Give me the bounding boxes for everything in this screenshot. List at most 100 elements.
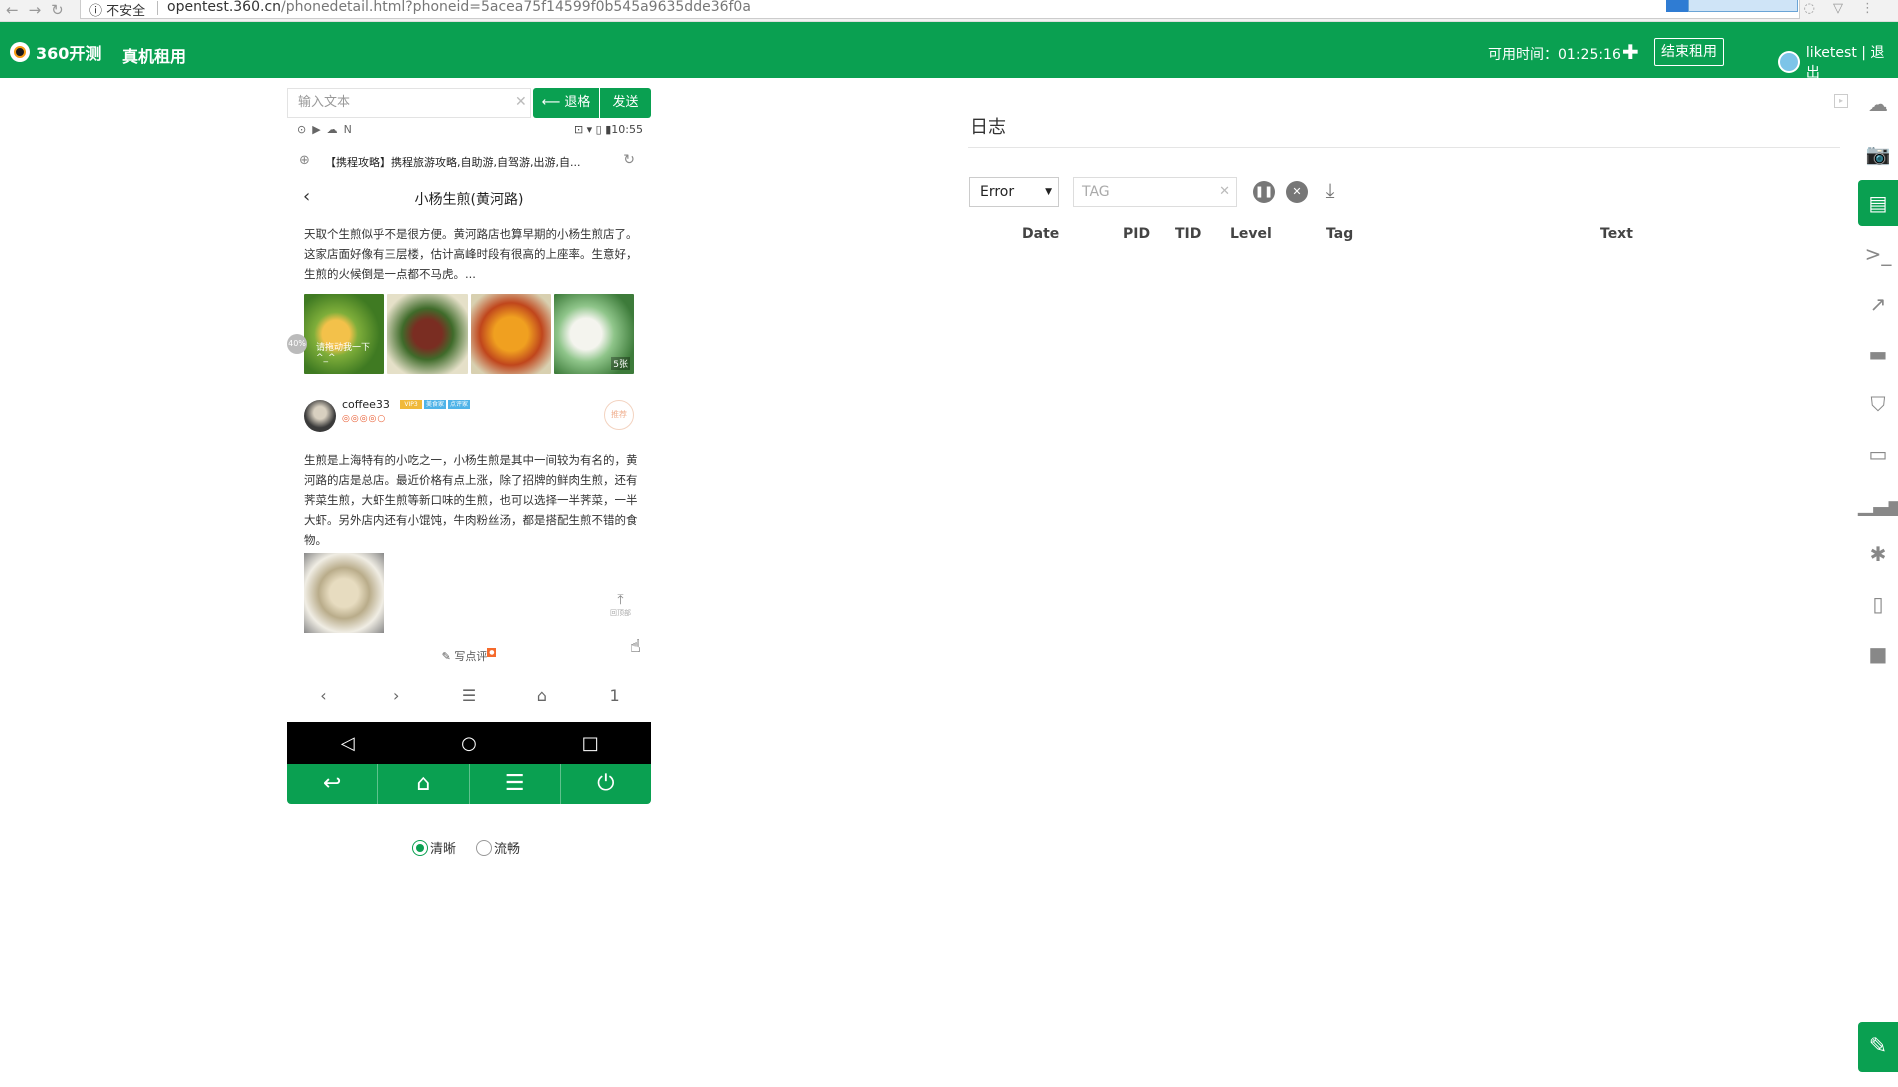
log-document-icon[interactable]: ▤ <box>1858 180 1898 226</box>
terminal-icon[interactable]: >_ <box>1858 234 1898 274</box>
back-to-top-label: 回顶部 <box>610 609 631 617</box>
radio-checked-icon <box>412 839 428 856</box>
reload-icon[interactable]: ↻ <box>623 152 635 168</box>
back-to-top-button[interactable]: ⤒ 回顶部 <box>610 592 631 618</box>
user-menu[interactable]: liketest | 退出 <box>1778 42 1898 82</box>
col-tid: TID <box>1175 226 1202 242</box>
phone-screen[interactable]: ⊙▶☁N ⊡ ▾ ▯ ▮10:55 ⊕ 【携程攻略】携程旅游攻略,自助游,自驾游… <box>287 120 651 722</box>
android-nav-bar: ◁ ○ □ <box>287 722 651 764</box>
tag-filter-input[interactable]: TAG ✕ <box>1073 177 1237 207</box>
device-menu-button[interactable]: ☰ <box>469 764 561 804</box>
quality-smooth-label: 流畅 <box>494 842 521 857</box>
logo-icon <box>10 42 30 62</box>
feedback-edit-icon[interactable]: ✎ <box>1858 1022 1898 1072</box>
performance-chart-icon[interactable]: ↗ <box>1858 284 1898 324</box>
caret-down-icon: ▼ <box>1045 187 1052 197</box>
extension-upload-button[interactable] <box>1688 0 1798 12</box>
url-host: opentest.360.cn <box>167 0 282 15</box>
send-button[interactable]: 发送 <box>600 88 651 118</box>
screenshot-icon[interactable]: 📷 <box>1858 134 1898 174</box>
phone-text-input-row: 输入文本 ✕ ⟵ 退格 发送 <box>287 88 651 118</box>
extension-icon[interactable] <box>1666 0 1688 12</box>
photo-caption: 请拖动我一下^_^ <box>316 343 371 363</box>
device-control-bar: ↩ ⌂ ☰ ⏻ <box>287 764 651 804</box>
quality-smooth-radio[interactable]: 流畅 <box>476 838 520 857</box>
log-divider <box>968 147 1840 148</box>
user-name-logout[interactable]: liketest | 退出 <box>1806 42 1898 82</box>
quality-clear-radio[interactable]: 清晰 <box>412 838 456 857</box>
address-bar[interactable]: ⓘ 不安全 opentest.360.cn/phonedetail.html?p… <box>80 0 1800 19</box>
html5-icon[interactable]: ⛉ <box>1858 384 1898 424</box>
browser-nav-buttons[interactable]: ←→↻ <box>6 1 74 19</box>
photo-1[interactable]: 请拖动我一下^_^ <box>304 294 385 374</box>
android-back-icon[interactable]: ◁ <box>308 733 388 754</box>
brand-logo[interactable]: 360开测 <box>10 40 101 64</box>
browser-menu-icons[interactable]: ◌▽⋮ <box>1804 1 1892 16</box>
write-review-label: 写点评 <box>454 650 488 663</box>
bug-icon[interactable]: ✱ <box>1858 534 1898 574</box>
url-text[interactable]: opentest.360.cn/phonedetail.html?phoneid… <box>167 0 751 15</box>
quality-clear-label: 清晰 <box>430 842 457 857</box>
phone-browser-nav: ‹ › ☰ ⌂ 1 <box>287 686 651 716</box>
browser-tabs-icon[interactable]: 1 <box>595 686 635 716</box>
phone-browser-url[interactable]: ⊕ 【携程攻略】携程旅游攻略,自助游,自驾游,出游,自... ↻ <box>287 150 651 174</box>
device-home-button[interactable]: ⌂ <box>378 764 470 804</box>
avatar <box>1778 51 1800 73</box>
upload-icon[interactable]: ☁ <box>1858 84 1898 124</box>
status-time: 10:55 <box>611 123 643 136</box>
phone-page-url-title: 【携程攻略】携程旅游攻略,自助游,自驾游,出游,自... <box>325 156 581 169</box>
browser-forward-icon[interactable]: › <box>376 686 416 716</box>
commenter-avatar[interactable] <box>304 400 336 432</box>
download-icon[interactable]: ⤓ <box>1319 180 1341 203</box>
tag-placeholder: TAG <box>1082 184 1110 200</box>
photo-strip[interactable]: 请拖动我一下^_^ 5张 <box>304 294 634 374</box>
photo-4[interactable]: 5张 <box>553 294 634 374</box>
commenter-row: coffee33 VIP3 美食家 点评家 ◎◎◎◎○ 推荐 <box>304 398 634 438</box>
panel-collapse-icon[interactable]: ▸ <box>1834 94 1848 108</box>
browser-back-icon[interactable]: ‹ <box>303 686 343 716</box>
browser-menu-icon[interactable]: ☰ <box>449 686 489 716</box>
log-level-select[interactable]: Error ▼ <box>969 177 1059 207</box>
url-path: /phonedetail.html?phoneid=5acea75f14599f… <box>281 0 751 15</box>
device-power-button[interactable]: ⏻ <box>560 764 651 804</box>
signal-icon[interactable]: ▁▃▅ <box>1858 484 1898 524</box>
clear-icon[interactable]: ✕ <box>515 94 527 110</box>
badge-reviewer: 点评家 <box>448 400 470 409</box>
mouse-cursor-icon: ☝ <box>630 636 641 657</box>
folder-icon[interactable]: ▬ <box>1858 334 1898 374</box>
commenter-name[interactable]: coffee33 <box>342 398 390 411</box>
col-date: Date <box>1022 226 1060 242</box>
col-pid: PID <box>1123 226 1151 242</box>
log-title: 日志 <box>970 117 1006 138</box>
nav-real-device-rent[interactable]: 真机租用 <box>122 43 186 67</box>
battery-icon[interactable]: ▭ <box>1858 434 1898 474</box>
video-icon[interactable]: ■ <box>1858 634 1898 674</box>
photo-3[interactable] <box>470 294 551 374</box>
add-time-icon[interactable]: ✚ <box>1622 40 1639 64</box>
restaurant-intro: 天取个生煎似乎不是很方便。黄河路店也算早期的小杨生煎店了。这家店面好像有三层楼，… <box>304 227 638 281</box>
review-photo[interactable] <box>304 553 384 633</box>
logo-text: 360开测 <box>36 44 102 63</box>
col-tag: Tag <box>1326 226 1354 242</box>
pause-icon[interactable]: ❚❚ <box>1253 181 1275 203</box>
col-text: Text <box>1600 226 1633 242</box>
badge-vip: VIP3 <box>400 400 422 409</box>
log-level-value: Error <box>980 184 1015 200</box>
phone-text-input[interactable]: 输入文本 <box>287 88 531 118</box>
clear-tag-icon[interactable]: ✕ <box>1219 178 1230 206</box>
photo-count: 5张 <box>611 357 630 370</box>
quality-selector: 清晰 流畅 <box>412 838 520 857</box>
backspace-button[interactable]: ⟵ 退格 <box>533 88 599 118</box>
badge-foodie: 美食家 <box>424 400 446 409</box>
phone-icon[interactable]: ▯ <box>1858 584 1898 624</box>
end-rent-button[interactable]: 结束租用 <box>1654 38 1724 66</box>
android-recent-icon[interactable]: □ <box>550 733 630 754</box>
android-home-icon[interactable]: ○ <box>429 733 509 754</box>
photo-2[interactable] <box>387 294 468 374</box>
browser-home-icon[interactable]: ⌂ <box>522 686 562 716</box>
write-review-button[interactable]: ✎ 写点评 ● <box>287 648 651 664</box>
security-indicator[interactable]: ⓘ 不安全 <box>89 0 145 19</box>
clear-log-icon[interactable]: ✕ <box>1286 181 1308 203</box>
progress-badge: 40% <box>287 334 307 354</box>
device-back-button[interactable]: ↩ <box>287 764 379 804</box>
